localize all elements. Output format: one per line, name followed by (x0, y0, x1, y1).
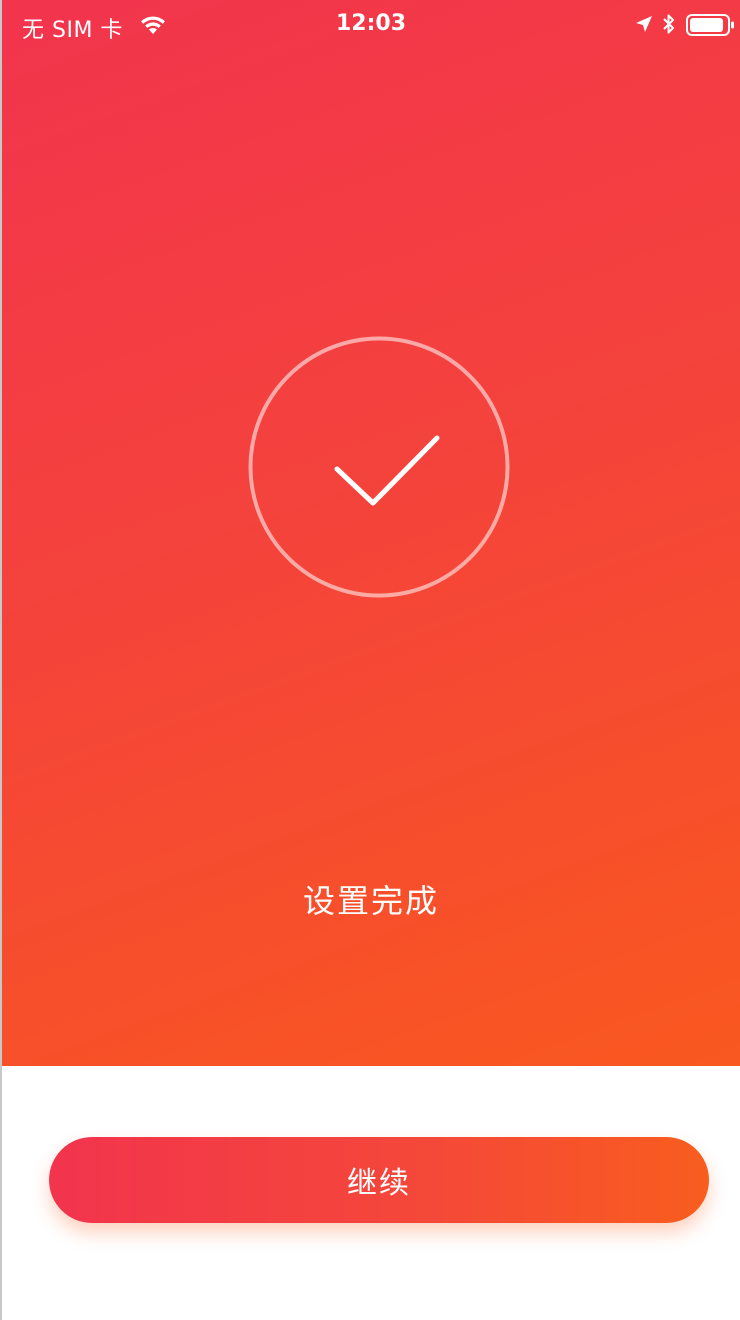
checkmark-circle-icon (248, 336, 510, 598)
completion-title: 设置完成 (302, 882, 439, 920)
status-bar: 无 SIM 卡 12:03 (2, 0, 740, 54)
bluetooth-icon (663, 14, 674, 34)
status-time: 12:03 (335, 11, 407, 36)
app-screen: 无 SIM 卡 12:03 设置完成 继续 (0, 0, 740, 1320)
continue-button[interactable]: 继续 (49, 1137, 709, 1223)
hero-panel: 无 SIM 卡 12:03 设置完成 (2, 0, 740, 1066)
battery-icon (686, 14, 734, 36)
location-icon (636, 16, 652, 32)
continue-button-label: 继续 (347, 1166, 411, 1201)
